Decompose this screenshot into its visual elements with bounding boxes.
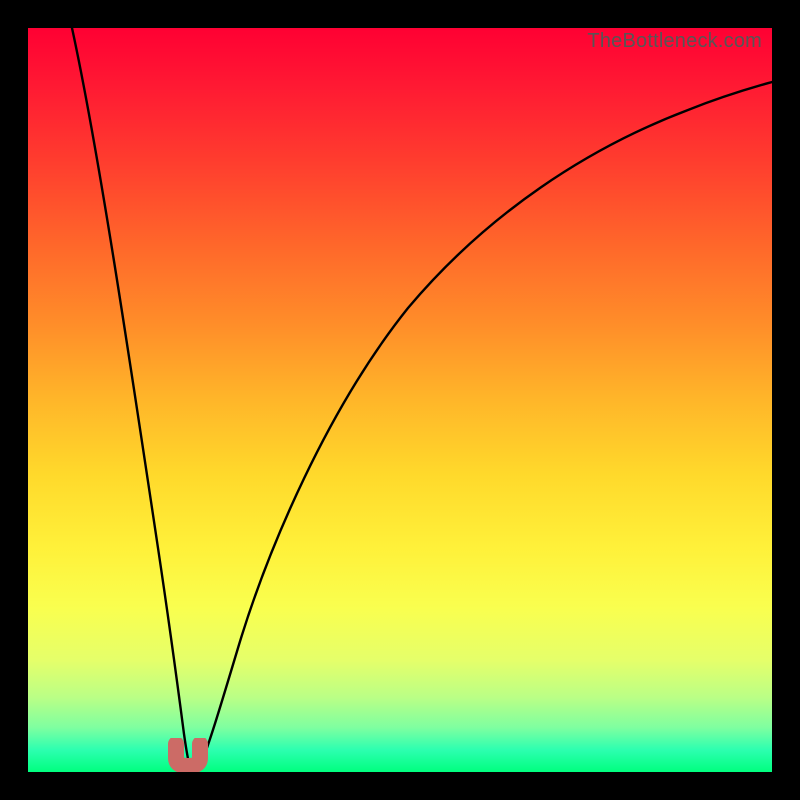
plot-area: TheBottleneck.com (28, 28, 772, 772)
bottleneck-curve (28, 28, 772, 772)
watermark-text: TheBottleneck.com (587, 30, 762, 53)
chart-frame: TheBottleneck.com (0, 0, 800, 800)
optimal-point-marker (168, 738, 208, 772)
